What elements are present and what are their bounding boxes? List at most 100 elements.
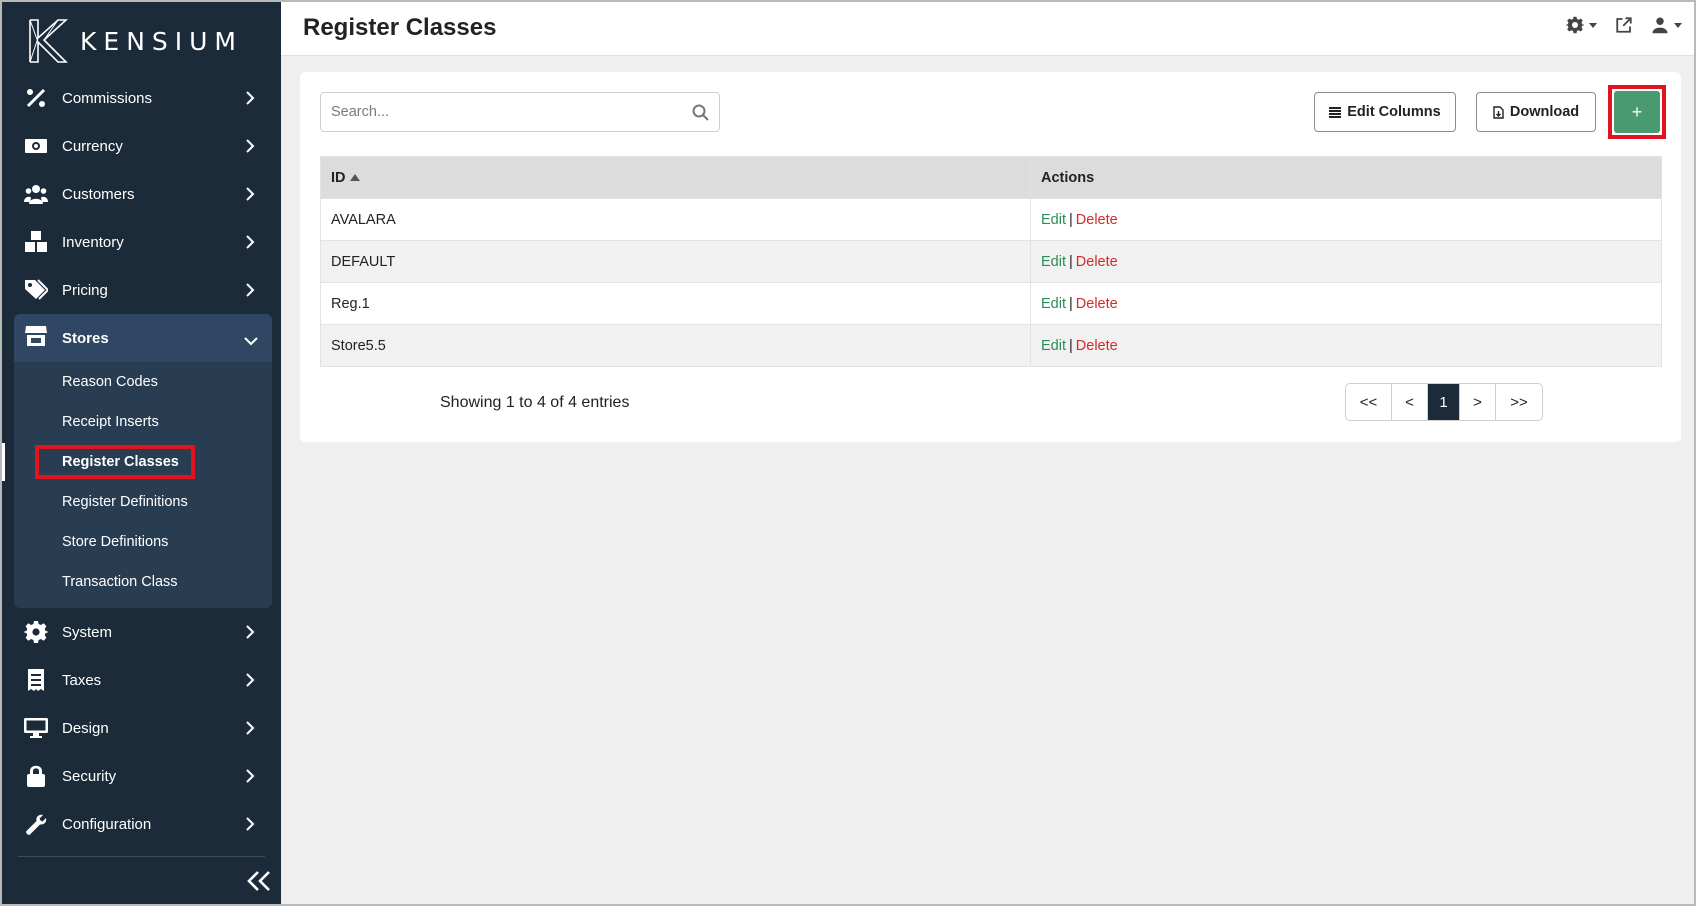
sidebar-subitem-register-classes[interactable]: Register Classes <box>2 442 272 482</box>
cell-id: AVALARA <box>320 198 1031 241</box>
sidebar-subitem-transaction-class[interactable]: Transaction Class <box>14 562 272 602</box>
sidebar-item-label: Security <box>62 767 117 785</box>
sidebar-subitem-register-definitions[interactable]: Register Definitions <box>14 482 272 522</box>
entries-info: Showing 1 to 4 of 4 entries <box>440 394 630 411</box>
action-separator: | <box>1069 337 1073 354</box>
chevron-right-icon <box>245 283 255 297</box>
chevron-right-icon <box>245 721 255 735</box>
search-box <box>320 92 720 132</box>
sort-ascending-icon <box>349 173 360 181</box>
sidebar-item-label: Stores <box>62 329 109 347</box>
sidebar-item-inventory[interactable]: Inventory <box>2 218 281 266</box>
sidebar-item-label: Commissions <box>62 89 153 107</box>
cell-actions: Edit | Delete <box>1030 240 1662 283</box>
action-separator: | <box>1069 295 1073 312</box>
sidebar-item-customers[interactable]: Customers <box>2 170 281 218</box>
chevron-right-icon <box>245 673 255 687</box>
register-classes-table: ID Actions AVALARA Edit | Delete DEFAULT E… <box>320 156 1662 367</box>
table-header-row: ID Actions <box>320 156 1662 199</box>
kensium-k-icon <box>29 19 68 63</box>
column-header-id[interactable]: ID <box>320 156 1031 199</box>
sidebar: KENSIUM Commissions Currency Customers I… <box>2 2 281 904</box>
sidebar-item-label: Inventory <box>62 233 124 251</box>
top-header: Register Classes <box>281 2 1694 56</box>
cell-id: Store5.5 <box>320 324 1031 367</box>
sidebar-subitem-reason-codes[interactable]: Reason Codes <box>14 362 272 402</box>
gear-icon <box>1566 16 1584 34</box>
download-label: Download <box>1509 104 1580 120</box>
collapse-sidebar-icon[interactable] <box>246 868 272 894</box>
sidebar-item-stores[interactable]: Stores <box>14 314 272 362</box>
money-bill-icon <box>24 134 48 158</box>
search-input[interactable] <box>321 93 681 131</box>
sidebar-group-stores: Stores Reason Codes Receipt Inserts Regi… <box>2 314 272 608</box>
sidebar-subitem-receipt-inserts[interactable]: Receipt Inserts <box>14 402 272 442</box>
sidebar-item-label: System <box>62 623 113 641</box>
edit-link[interactable]: Edit <box>1041 212 1066 228</box>
list-icon <box>1329 106 1342 118</box>
delete-link[interactable]: Delete <box>1076 254 1118 270</box>
file-download-icon <box>1493 105 1504 119</box>
pagination-prev[interactable]: < <box>1392 384 1428 420</box>
edit-link[interactable]: Edit <box>1041 254 1066 270</box>
sidebar-item-security[interactable]: Security <box>2 752 281 800</box>
pagination-last[interactable]: >> <box>1496 384 1542 420</box>
table-row: Store5.5 Edit | Delete <box>320 324 1662 367</box>
percent-icon <box>24 86 48 110</box>
cell-id: DEFAULT <box>320 240 1031 283</box>
table-row: DEFAULT Edit | Delete <box>320 240 1662 283</box>
sidebar-subitem-label: Register Classes <box>62 454 179 470</box>
cell-id: Reg.1 <box>320 282 1031 325</box>
delete-link[interactable]: Delete <box>1076 212 1118 228</box>
sidebar-item-design[interactable]: Design <box>2 704 281 752</box>
delete-link[interactable]: Delete <box>1076 296 1118 312</box>
cell-actions: Edit | Delete <box>1030 282 1662 325</box>
sidebar-item-label: Customers <box>62 185 135 203</box>
sidebar-nav: Commissions Currency Customers Inventory… <box>2 74 281 848</box>
gear-icon <box>24 620 48 644</box>
action-separator: | <box>1069 211 1073 228</box>
sidebar-item-taxes[interactable]: Taxes <box>2 656 281 704</box>
chevron-right-icon <box>245 769 255 783</box>
chevron-right-icon <box>245 625 255 639</box>
open-external-button[interactable] <box>1615 16 1633 34</box>
edit-columns-button[interactable]: Edit Columns <box>1314 92 1456 132</box>
active-indicator <box>2 443 5 481</box>
sidebar-item-currency[interactable]: Currency <box>2 122 281 170</box>
edit-link[interactable]: Edit <box>1041 338 1066 354</box>
edit-link[interactable]: Edit <box>1041 296 1066 312</box>
sidebar-subitem-label: Reason Codes <box>62 374 158 390</box>
user-icon <box>1652 17 1668 34</box>
cell-actions: Edit | Delete <box>1030 198 1662 241</box>
pagination-first[interactable]: << <box>1346 384 1392 420</box>
brand-logo[interactable]: KENSIUM <box>28 18 243 64</box>
sidebar-subitem-label: Receipt Inserts <box>62 414 159 430</box>
sidebar-subitem-store-definitions[interactable]: Store Definitions <box>14 522 272 562</box>
content-panel: Edit Columns Download + ID Actions AVALA… <box>300 72 1681 442</box>
column-header-actions: Actions <box>1030 156 1662 199</box>
chevron-right-icon <box>245 235 255 249</box>
pagination-page-1[interactable]: 1 <box>1428 384 1460 420</box>
lock-icon <box>24 764 48 788</box>
monitor-icon <box>24 716 48 740</box>
chevron-right-icon <box>245 91 255 105</box>
column-header-label: ID <box>331 169 346 186</box>
table-row: Reg.1 Edit | Delete <box>320 282 1662 325</box>
receipt-icon <box>24 668 48 692</box>
delete-link[interactable]: Delete <box>1076 338 1118 354</box>
pagination-next[interactable]: > <box>1460 384 1496 420</box>
add-button[interactable]: + <box>1614 91 1660 133</box>
chevron-down-icon <box>244 333 258 351</box>
search-icon[interactable] <box>692 104 709 121</box>
chevron-right-icon <box>245 139 255 153</box>
user-menu-button[interactable] <box>1651 16 1682 34</box>
chevron-right-icon <box>245 817 255 831</box>
sidebar-item-commissions[interactable]: Commissions <box>2 74 281 122</box>
sidebar-item-system[interactable]: System <box>2 608 281 656</box>
boxes-icon <box>24 230 48 254</box>
download-button[interactable]: Download <box>1476 92 1596 132</box>
settings-menu-button[interactable] <box>1566 16 1597 34</box>
sidebar-item-pricing[interactable]: Pricing <box>2 266 281 314</box>
sidebar-item-configuration[interactable]: Configuration <box>2 800 281 848</box>
sidebar-subitem-label: Register Definitions <box>62 494 188 510</box>
